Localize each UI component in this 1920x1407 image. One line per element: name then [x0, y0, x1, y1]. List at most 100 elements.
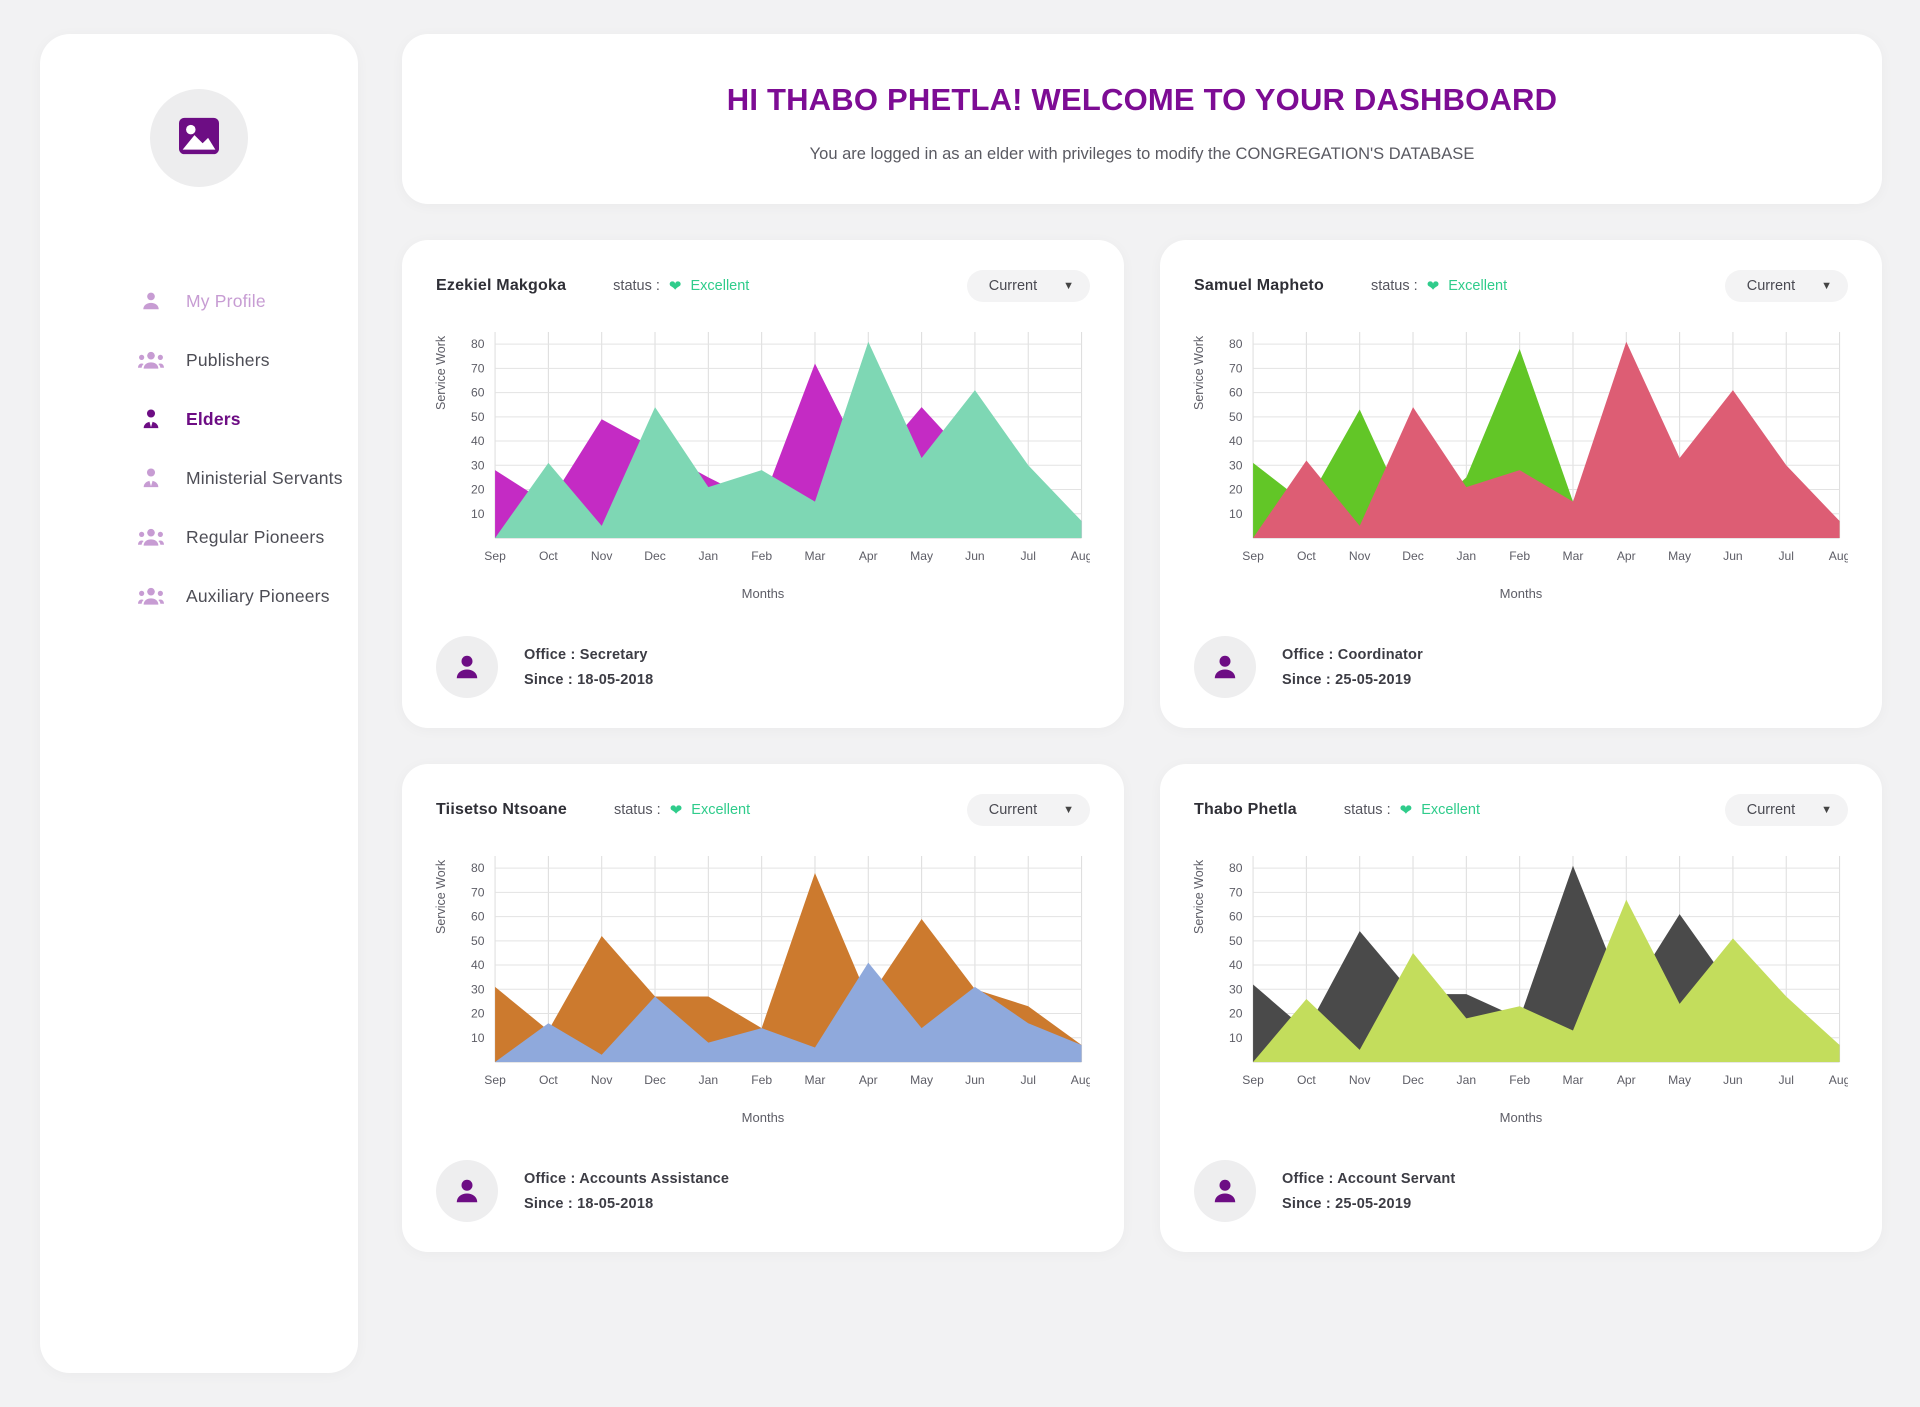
card-header: Samuel Mapheto status : ❤ Excellent Curr… — [1194, 266, 1848, 306]
y-axis-title: Service Work — [434, 335, 448, 410]
x-axis-title: Months — [741, 1110, 785, 1125]
period-dropdown[interactable]: Current ▼ — [966, 794, 1090, 826]
svg-text:Jul: Jul — [1778, 549, 1793, 563]
svg-text:20: 20 — [471, 1007, 485, 1021]
elder-card: Thabo Phetla status : ❤ Excellent Curren… — [1160, 764, 1882, 1252]
svg-text:60: 60 — [471, 386, 485, 400]
status-badge: status : ❤ Excellent — [1371, 278, 1507, 294]
person-tie-icon — [138, 467, 164, 489]
logo-circle[interactable] — [150, 89, 248, 187]
person-name: Thabo Phetla — [1194, 801, 1297, 818]
svg-text:Feb: Feb — [1509, 1073, 1530, 1087]
area-chart: 10 20 30 40 50 60 70 80 Sep Oct Nov Dec Jan Feb Mar Apr… — [471, 332, 1090, 563]
period-dropdown[interactable]: Current ▼ — [1724, 794, 1848, 826]
svg-text:Aug: Aug — [1071, 1073, 1090, 1087]
sidebar-item-regular-pioneers[interactable]: Regular Pioneers — [138, 519, 358, 555]
svg-text:Jun: Jun — [1723, 549, 1743, 563]
svg-text:Dec: Dec — [1402, 1073, 1424, 1087]
svg-text:Mar: Mar — [805, 549, 826, 563]
sidebar-item-label: My Profile — [186, 290, 266, 311]
person-name: Samuel Mapheto — [1194, 277, 1324, 294]
card-header: Ezekiel Makgoka status : ❤ Excellent Cur… — [436, 266, 1090, 306]
svg-text:Mar: Mar — [1563, 1073, 1584, 1087]
heart-icon: ❤ — [669, 801, 683, 819]
svg-text:70: 70 — [1229, 362, 1243, 376]
chart-container: Service Work 10 20 30 40 50 60 70 80 Sep Oct Nov De… — [434, 848, 1090, 1134]
since-text: Since : 25-05-2019 — [1282, 671, 1412, 688]
since-text: Since : 25-05-2019 — [1282, 1195, 1412, 1212]
svg-text:70: 70 — [471, 362, 485, 376]
svg-text:70: 70 — [1229, 886, 1243, 900]
status-value: Excellent — [690, 278, 750, 294]
status-label: status : — [1370, 278, 1418, 294]
person-tie-icon — [138, 408, 164, 430]
svg-text:Jan: Jan — [699, 549, 719, 563]
svg-text:40: 40 — [1229, 434, 1243, 448]
page-subtitle: You are logged in as an elder with privi… — [809, 145, 1475, 163]
svg-text:Apr: Apr — [859, 1073, 878, 1087]
chevron-down-icon: ▼ — [1063, 804, 1074, 816]
svg-text:30: 30 — [471, 459, 485, 473]
chevron-down-icon: ▼ — [1821, 804, 1832, 816]
status-value: Excellent — [1421, 802, 1481, 818]
svg-text:May: May — [1668, 1073, 1691, 1087]
period-dropdown[interactable]: Current ▼ — [966, 270, 1090, 302]
svg-text:Apr: Apr — [1617, 549, 1636, 563]
svg-text:50: 50 — [1229, 934, 1243, 948]
svg-text:Nov: Nov — [1349, 1073, 1371, 1087]
svg-text:10: 10 — [471, 507, 485, 521]
svg-text:May: May — [1668, 549, 1691, 563]
sidebar-item-elders[interactable]: Elders — [138, 401, 358, 437]
svg-text:Dec: Dec — [1402, 549, 1424, 563]
heart-icon: ❤ — [1399, 801, 1413, 819]
elder-card: Samuel Mapheto status : ❤ Excellent Curr… — [1160, 240, 1882, 728]
area-chart: 10 20 30 40 50 60 70 80 Sep Oct Nov Dec Jan Feb Mar Apr… — [1229, 332, 1848, 563]
period-dropdown[interactable]: Current ▼ — [1724, 270, 1848, 302]
svg-text:40: 40 — [471, 958, 485, 972]
svg-text:Jan: Jan — [1457, 1073, 1477, 1087]
status-value: Excellent — [691, 802, 751, 818]
sidebar-item-label: Publishers — [186, 349, 270, 370]
svg-text:Sep: Sep — [1242, 549, 1264, 563]
card-footer: Office : Account Servant Since : 25-05-2… — [1194, 1160, 1848, 1222]
since-text: Since : 18-05-2018 — [524, 671, 654, 688]
svg-text:Aug: Aug — [1829, 1073, 1848, 1087]
svg-text:30: 30 — [1229, 459, 1243, 473]
sidebar-item-auxiliary-pioneers[interactable]: Auxiliary Pioneers — [138, 578, 358, 614]
heart-icon: ❤ — [668, 277, 682, 295]
card-footer: Office : Accounts Assistance Since : 18-… — [436, 1160, 1090, 1222]
svg-text:Sep: Sep — [1242, 1073, 1264, 1087]
y-axis-title: Service Work — [1192, 335, 1206, 410]
svg-text:Jul: Jul — [1020, 1073, 1035, 1087]
svg-text:60: 60 — [1229, 386, 1243, 400]
svg-text:Feb: Feb — [1509, 549, 1530, 563]
svg-text:20: 20 — [1229, 1007, 1243, 1021]
svg-text:Mar: Mar — [805, 1073, 826, 1087]
chart-container: Service Work 10 20 30 40 50 60 70 80 Sep Oct Nov De… — [434, 324, 1090, 610]
svg-text:Nov: Nov — [591, 1073, 613, 1087]
card-footer: Office : Secretary Since : 18-05-2018 — [436, 636, 1090, 698]
period-value: Current — [1746, 802, 1796, 818]
heart-icon: ❤ — [1426, 277, 1440, 295]
period-value: Current — [1746, 278, 1796, 294]
main-content: HI THABO PHETLA! WELCOME TO YOUR DASHBOA… — [402, 34, 1882, 1373]
svg-text:80: 80 — [471, 337, 485, 351]
person-name: Tiisetso Ntsoane — [436, 801, 567, 818]
svg-text:Oct: Oct — [1297, 549, 1317, 563]
sidebar-item-publishers[interactable]: Publishers — [138, 342, 358, 378]
svg-text:Jul: Jul — [1020, 549, 1035, 563]
sidebar-item-ministerial-servants[interactable]: Ministerial Servants — [138, 460, 358, 496]
svg-text:30: 30 — [1229, 983, 1243, 997]
svg-text:Nov: Nov — [1349, 549, 1371, 563]
svg-text:Jun: Jun — [1723, 1073, 1743, 1087]
svg-text:Apr: Apr — [1617, 1073, 1636, 1087]
svg-text:Feb: Feb — [751, 1073, 772, 1087]
svg-text:10: 10 — [1229, 507, 1243, 521]
sidebar-item-my-profile[interactable]: My Profile — [138, 283, 358, 319]
chevron-down-icon: ▼ — [1821, 280, 1832, 292]
svg-text:Feb: Feb — [751, 549, 772, 563]
svg-text:80: 80 — [1229, 861, 1243, 875]
svg-text:80: 80 — [471, 861, 485, 875]
svg-text:Aug: Aug — [1071, 549, 1090, 563]
svg-text:May: May — [910, 549, 933, 563]
